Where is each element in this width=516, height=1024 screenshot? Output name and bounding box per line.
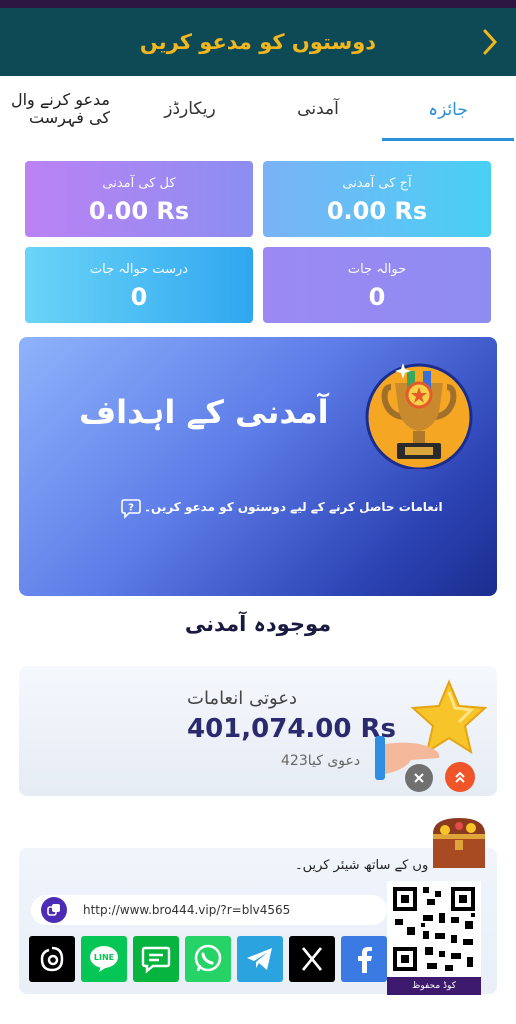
goals-hint: انعامات حاصل کرنے کے لیے دوستوں کو مدعو … — [144, 500, 443, 514]
chevron-right-icon — [483, 29, 498, 55]
referral-link: http://www.bro444.vip/?r=blv4565 — [83, 903, 291, 917]
active-tab-indicator — [382, 138, 514, 141]
stat-label: درست حوالہ جات — [89, 262, 189, 277]
share-telegram-button[interactable] — [237, 936, 283, 982]
help-icon[interactable]: ? — [120, 497, 142, 519]
share-line-button[interactable]: LINE — [81, 936, 127, 982]
x-icon — [289, 936, 335, 982]
qr-code[interactable]: کوڈ محفوظ — [387, 881, 481, 995]
stat-value: 0.00 Rs — [88, 197, 190, 225]
svg-text:?: ? — [128, 503, 134, 514]
invited-count-value: 423 — [281, 753, 308, 769]
stat-total-earnings: کل کی آمدنی 0.00 Rs — [25, 161, 253, 237]
threads-icon — [29, 936, 75, 982]
earnings-goals-banner[interactable]: آمدنی کے اہداف انعامات حاصل کرنے کے لیے … — [19, 337, 497, 596]
stat-value: 0 — [130, 283, 148, 311]
invite-rewards-amount: 401,074.00 Rs — [187, 714, 397, 744]
share-x-button[interactable] — [289, 936, 335, 982]
share-facebook-button[interactable] — [341, 936, 387, 982]
stat-valid-referrals: درست حوالہ جات 0 — [25, 247, 253, 323]
line-icon: LINE — [81, 936, 127, 982]
tab-records[interactable]: ریکارڈز — [128, 76, 252, 142]
tab-invitee-list[interactable]: مدعو کرنے وال کی فہرست — [0, 76, 110, 142]
stat-label: حوالہ جات — [347, 262, 407, 277]
stat-value: 0.00 Rs — [326, 197, 428, 225]
telegram-icon — [237, 936, 283, 982]
trophy-icon — [365, 363, 473, 469]
dismiss-button[interactable] — [405, 764, 433, 792]
tab-invitee-label-line1: مدعو کرنے وال — [10, 90, 110, 109]
goals-title: آمدنی کے اہداف — [79, 393, 329, 431]
back-button[interactable] — [474, 26, 506, 58]
close-icon — [414, 773, 424, 783]
save-qr-button[interactable]: کوڈ محفوظ — [387, 977, 481, 995]
app-header: دوستوں کو مدعو کریں — [0, 8, 516, 76]
treasure-chest-icon — [433, 818, 485, 868]
stat-referrals: حوالہ جات 0 — [263, 247, 491, 323]
stat-label: آج کی آمدنی — [342, 176, 412, 191]
whatsapp-icon — [185, 936, 231, 982]
status-bar — [0, 0, 516, 8]
tab-overview[interactable]: جائزہ — [382, 76, 514, 142]
link-icon — [41, 897, 67, 923]
current-earnings-heading: موجودہ آمدنی — [184, 612, 332, 636]
referral-link-field[interactable]: http://www.bro444.vip/?r=blv4565 — [31, 895, 387, 925]
stat-today-earnings: آج کی آمدنی 0.00 Rs — [263, 161, 491, 237]
scroll-top-button[interactable] — [445, 762, 475, 792]
page-title: دوستوں کو مدعو کریں — [139, 30, 377, 54]
share-threads-button[interactable] — [29, 936, 75, 982]
invited-count-label: دعوی کیا — [307, 753, 361, 769]
tab-bar: جائزہ آمدنی ریکارڈز مدعو کرنے وال کی فہر… — [0, 76, 516, 142]
message-icon — [133, 936, 179, 982]
invite-rewards-label: دعوتی انعامات — [187, 688, 298, 709]
invited-count: 423دعوی کیا — [281, 753, 360, 769]
share-whatsapp-button[interactable] — [185, 936, 231, 982]
share-card: وں کے ساتھ شیئر کریں۔ http://www.bro444.… — [19, 818, 497, 995]
share-title: وں کے ساتھ شیئر کریں۔ — [295, 858, 429, 873]
facebook-icon — [341, 936, 387, 982]
tab-invitee-label-line2: کی فہرست — [28, 108, 110, 127]
invite-rewards-card: دعوتی انعامات 401,074.00 Rs 423دعوی کیا — [19, 666, 497, 796]
tab-earnings[interactable]: آمدنی — [256, 76, 380, 142]
stat-label: کل کی آمدنی — [102, 176, 176, 191]
stat-value: 0 — [368, 283, 386, 311]
qr-code-image — [387, 881, 481, 977]
svg-text:LINE: LINE — [94, 953, 114, 962]
double-chevron-up-icon — [455, 771, 465, 783]
goals-subtitle: انعامات حاصل کرنے کے لیے دوستوں کو مدعو … — [144, 500, 443, 514]
share-message-button[interactable] — [133, 936, 179, 982]
